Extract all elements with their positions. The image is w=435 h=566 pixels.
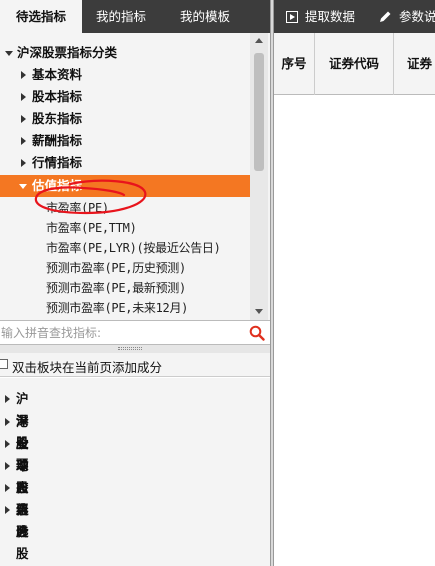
scrollbar-thumb[interactable] [254,53,264,171]
data-toolbar: 提取数据 参数说 [274,0,435,33]
tree-scrollbar[interactable] [250,33,268,320]
tree-category-label: 估值指标 [32,178,83,193]
indicator-leaf[interactable]: 预测市盈率(PE,未来12月) [46,298,188,318]
extract-data-label: 提取数据 [305,9,356,24]
tab-candidate-indicators[interactable]: 待选指标 [0,0,82,33]
add-components-option: 双击板块在当前页添加成分 [0,353,270,377]
expand-arrow-icon[interactable] [21,93,26,101]
add-components-label: 双击板块在当前页添加成分 [12,360,163,375]
expand-arrow-icon[interactable] [5,462,10,470]
expand-arrow-icon[interactable] [21,71,26,79]
sector-tree-label: 组合 [16,502,29,539]
scroll-down-icon[interactable] [255,309,263,314]
indicator-search [0,320,270,345]
expand-arrow-icon[interactable] [21,137,26,145]
indicator-search-input[interactable] [0,322,240,343]
indicator-tab-bar: 待选指标 我的指标 我的模板 [0,0,270,33]
expand-arrow-icon[interactable] [5,484,10,492]
indicator-leaf[interactable]: 市盈率(PE) [46,198,109,218]
panel-splitter[interactable] [0,345,270,353]
indicator-leaf[interactable]: 预测市盈率(PE,历史预测) [46,258,186,278]
tree-category-label: 行情指标 [32,155,83,170]
scroll-up-icon[interactable] [255,38,263,43]
extract-data-button[interactable]: 提取数据 [286,0,355,33]
tree-category-selected[interactable]: 估值指标 [0,175,250,197]
expand-arrow-icon[interactable] [21,159,26,167]
results-table-header: 序号 证券代码 证券 [274,33,435,95]
expand-arrow-icon[interactable] [5,395,10,403]
column-header[interactable]: 证券代码 [315,33,394,95]
add-components-checkbox[interactable] [0,359,8,369]
results-table-body [274,96,435,566]
params-label: 参数说 [399,9,435,24]
tab-my-templates[interactable]: 我的模板 [160,0,250,33]
expand-arrow-icon[interactable] [5,506,10,514]
sector-tree: 沪深股票 港股 全球股票 动态自选股 自选股 组合 [0,378,270,566]
tree-category-label: 基本资料 [32,67,83,82]
search-icon[interactable] [249,325,265,341]
expand-arrow-icon[interactable] [21,115,26,123]
play-icon [286,10,298,23]
tree-category-label: 股东指标 [32,111,83,126]
pencil-icon [380,11,391,22]
indicator-leaf[interactable]: 市盈率(PE,TTM) [46,218,137,238]
tree-root-label: 沪深股票指标分类 [17,45,118,60]
tree-category-label: 薪酬指标 [32,133,83,148]
grip-icon [118,347,142,350]
collapse-arrow-icon[interactable] [5,51,13,56]
expand-arrow-icon[interactable] [5,418,10,426]
indicator-leaf[interactable]: 预测市盈率(PE,最新预测) [46,278,186,298]
params-button[interactable]: 参数说 [378,0,435,33]
tree-category-label: 股本指标 [32,89,83,104]
expand-arrow-icon[interactable] [5,440,10,448]
column-header[interactable]: 序号 [274,33,315,95]
tab-my-indicators[interactable]: 我的指标 [82,0,160,33]
column-header[interactable]: 证券 [394,33,435,95]
indicator-tree: 沪深股票指标分类 基本资料 股本指标 股东指标 薪酬指标 行情指标 估值指标 市… [0,33,270,320]
indicator-leaf[interactable]: 市盈率(PE,LYR)(按最近公告日) [46,238,221,258]
collapse-arrow-icon[interactable] [19,184,27,189]
